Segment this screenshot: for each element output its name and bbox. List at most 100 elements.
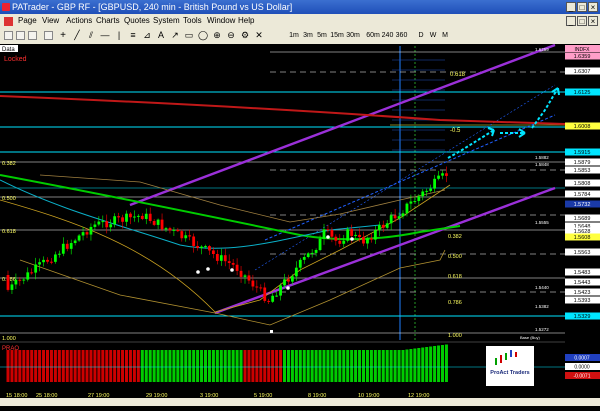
zoom-out-icon[interactable]: ⊖: [226, 30, 236, 41]
candle-body: [180, 231, 184, 239]
histogram-bar: [176, 350, 180, 382]
candle-body: [298, 259, 302, 268]
candle-body: [334, 236, 338, 241]
histogram-bar: [417, 348, 421, 382]
zoom-in-icon[interactable]: ⊕: [212, 30, 222, 41]
histogram-bar: [279, 350, 283, 382]
menu-help[interactable]: Help: [238, 14, 254, 28]
histogram-bar: [227, 350, 231, 382]
timeframe-1m[interactable]: 1m: [288, 30, 300, 41]
new-chart-icon[interactable]: [4, 31, 13, 40]
fibonacci-icon[interactable]: ≡: [128, 30, 138, 41]
histogram-bar: [30, 350, 34, 382]
child-close-button[interactable]: ×: [588, 16, 598, 26]
minimize-button[interactable]: _: [566, 2, 576, 12]
save-icon[interactable]: [28, 31, 37, 40]
text-tool-icon[interactable]: A: [156, 30, 166, 41]
candle-body: [219, 255, 223, 261]
histogram-bar: [294, 350, 298, 382]
horizontal-line-icon[interactable]: —: [100, 30, 110, 41]
candle-body: [14, 279, 18, 285]
histogram-bar: [310, 350, 314, 382]
candle-body: [381, 224, 385, 228]
candle-body: [279, 285, 282, 296]
menu-page[interactable]: Page: [18, 14, 37, 28]
histogram-bar: [239, 350, 243, 382]
pointer-icon[interactable]: [44, 31, 53, 40]
menu-system[interactable]: System: [153, 14, 180, 28]
base-label: Base (Buy): [520, 335, 540, 340]
symbol-tag-label: INDFX: [575, 47, 591, 53]
candle-body: [306, 253, 310, 258]
histogram-bar: [354, 350, 358, 382]
gann-icon[interactable]: ⊿: [142, 30, 152, 41]
histogram-bar: [330, 350, 334, 382]
candle-body: [401, 213, 405, 217]
vertical-line-icon[interactable]: |: [114, 30, 124, 41]
histogram-bar: [148, 350, 152, 382]
ellipse-tool-icon[interactable]: ◯: [198, 30, 208, 41]
toolbar: + ╱ ⫽ — | ≡ ⊿ A ↗ ▭ ◯ ⊕ ⊖ ⚙ ✕ 1m 3m 5m 1…: [0, 28, 600, 45]
menu-tools[interactable]: Tools: [183, 14, 202, 28]
candle-body: [314, 250, 318, 253]
histogram-bar: [132, 350, 136, 382]
candle-body: [358, 234, 361, 238]
indicator-tag-1: 0.0007: [574, 356, 590, 362]
chart-area[interactable]: Data Locked INDFX Base (Buy) 0.382 0.500…: [0, 43, 600, 406]
histogram-bar: [346, 350, 350, 382]
candle-body: [140, 215, 144, 219]
histogram-bar: [26, 350, 30, 382]
channel-icon[interactable]: ⫽: [86, 30, 96, 41]
timeframe-daily[interactable]: D: [416, 30, 426, 41]
properties-icon[interactable]: ⚙: [240, 30, 250, 41]
delete-icon[interactable]: ✕: [254, 30, 264, 41]
histogram-bar: [85, 350, 89, 382]
histogram-bar: [263, 350, 267, 382]
timeframe-5m[interactable]: 5m: [316, 30, 328, 41]
candle-body: [46, 259, 49, 262]
candle-body: [200, 246, 203, 248]
timeframe-240[interactable]: 240: [381, 30, 394, 41]
close-button[interactable]: ×: [588, 2, 598, 12]
timeframe-60m[interactable]: 60m: [366, 30, 380, 41]
menu-charts[interactable]: Charts: [96, 14, 120, 28]
price-tag-7: 1.5853: [574, 168, 591, 174]
timeframe-weekly[interactable]: W: [428, 30, 438, 41]
histogram-bar: [219, 350, 223, 382]
child-restore-button[interactable]: □: [577, 16, 587, 26]
trendline-icon[interactable]: ╱: [72, 30, 82, 41]
histogram-bar: [334, 350, 338, 382]
timeframe-15m[interactable]: 15m: [330, 30, 344, 41]
histogram-bar: [81, 350, 85, 382]
histogram-bar: [97, 350, 101, 382]
menu-view[interactable]: View: [42, 14, 59, 28]
histogram-bar: [46, 350, 49, 382]
rectangle-tool-icon[interactable]: ▭: [184, 30, 194, 41]
timeframe-monthly[interactable]: M: [440, 30, 450, 41]
candle-body: [294, 267, 298, 277]
histogram-bar: [275, 350, 279, 382]
maximize-button[interactable]: □: [577, 2, 587, 12]
candle-body: [6, 275, 10, 290]
histogram-bar: [121, 350, 125, 382]
child-minimize-button[interactable]: _: [566, 16, 576, 26]
menu-window[interactable]: Window: [207, 14, 235, 28]
price-tag-10: 1.5732: [574, 202, 591, 208]
timeframe-3m[interactable]: 3m: [302, 30, 314, 41]
timeframe-360[interactable]: 360: [395, 30, 408, 41]
candle-body: [160, 219, 164, 230]
swing-dot: [230, 268, 234, 272]
price-chart[interactable]: Data Locked INDFX Base (Buy) 0.382 0.500…: [0, 43, 600, 406]
open-icon[interactable]: [16, 31, 25, 40]
indicator-tag-2: 0.0000: [574, 365, 590, 371]
crosshair-icon[interactable]: +: [58, 30, 68, 41]
page-icon[interactable]: [4, 17, 13, 26]
candle-body: [409, 201, 413, 204]
timeframe-30m[interactable]: 30m: [346, 30, 360, 41]
candle-body: [445, 173, 448, 176]
arrow-tool-icon[interactable]: ↗: [170, 30, 180, 41]
histogram-bar: [377, 350, 381, 382]
menu-actions[interactable]: Actions: [66, 14, 92, 28]
menu-quotes[interactable]: Quotes: [124, 14, 150, 28]
price-tag-4: 1.6008: [574, 124, 591, 130]
